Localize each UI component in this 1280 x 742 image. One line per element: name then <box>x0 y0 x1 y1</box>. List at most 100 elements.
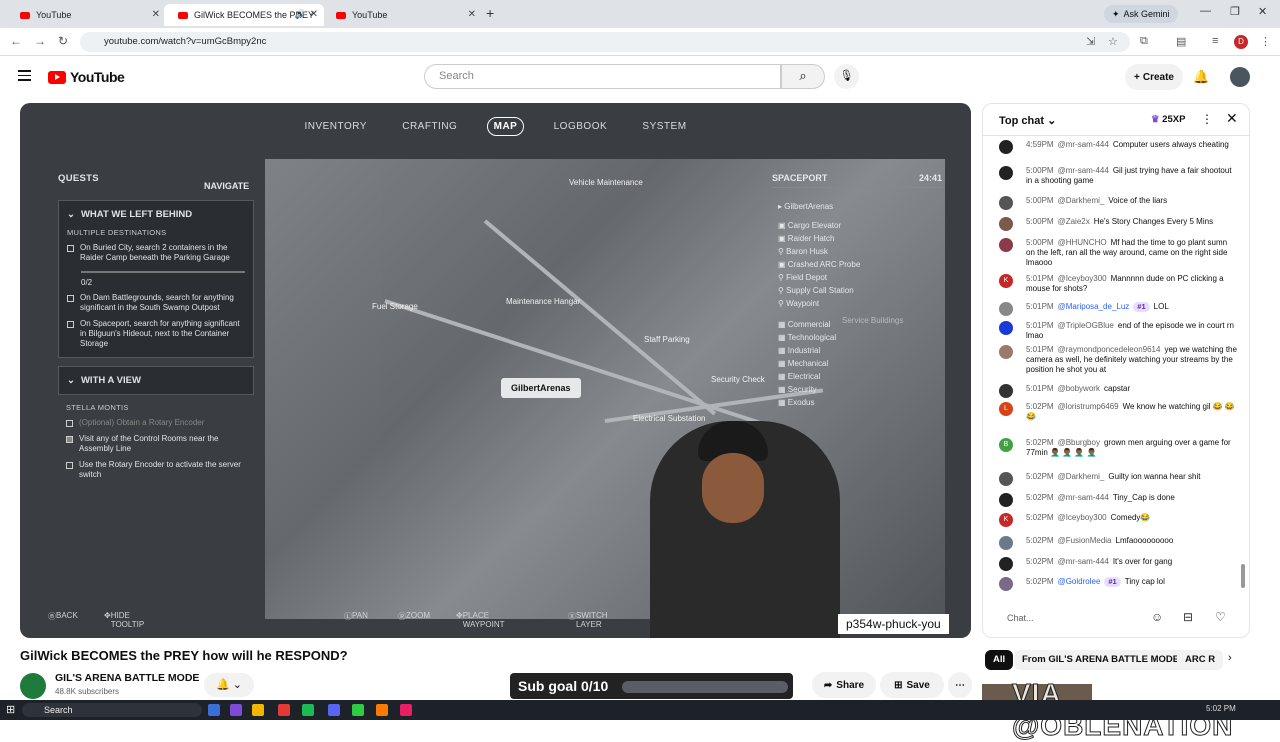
chat-message[interactable]: 5:00PM @mr-sam-444 Gil just trying have a … <box>997 166 1237 186</box>
notifications-bell-icon[interactable]: 🔔 <box>1193 69 1209 85</box>
chat-avatar[interactable] <box>999 493 1013 507</box>
chat-author[interactable]: @bobywork <box>1058 384 1100 393</box>
chat-author[interactable]: @HHUNCHO <box>1058 238 1107 247</box>
chat-author[interactable]: @mr-sam-444 <box>1058 166 1109 175</box>
browser-menu-icon[interactable]: ⋮ <box>1260 35 1271 48</box>
chat-author[interactable]: @TripleOGBlue <box>1058 321 1114 330</box>
close-window-icon[interactable]: ✕ <box>1258 5 1267 18</box>
extensions-icon[interactable]: ⧉ <box>1140 35 1148 48</box>
back-icon[interactable]: ← <box>10 34 22 48</box>
discord-icon[interactable] <box>328 704 340 716</box>
chat-message[interactable]: 5:01PM @bobywork capstar <box>997 384 1237 398</box>
chat-author[interactable]: @mr-sam-444 <box>1058 557 1109 566</box>
share-button[interactable]: ➦ Share <box>812 672 876 698</box>
chat-avatar[interactable] <box>999 557 1013 571</box>
task-view-icon[interactable] <box>208 704 220 716</box>
chat-author[interactable]: @loristrump6469 <box>1058 402 1119 411</box>
chat-message[interactable]: 5:00PM @Darkhemi_ Voice of the liars <box>997 196 1237 210</box>
video-player[interactable]: INVENTORY CRAFTING MAP LOGBOOK SYSTEM Ve… <box>20 103 971 638</box>
subscribe-bell-button[interactable]: 🔔 ⌄ <box>204 673 254 697</box>
profile-avatar[interactable]: D <box>1234 35 1248 49</box>
chat-message[interactable]: 5:01PM @Mariposa_de_Luz #1 LOL <box>997 302 1237 316</box>
media-icon[interactable]: ▤ <box>1176 35 1186 48</box>
chat-avatar[interactable]: B <box>999 438 1013 452</box>
chat-avatar[interactable] <box>999 217 1013 231</box>
forward-icon[interactable]: → <box>34 34 46 48</box>
taskbar-search[interactable]: Search <box>22 703 202 717</box>
chat-message[interactable]: 5:02PM @mr-sam-444 It's over for gang <box>997 557 1237 571</box>
chat-author[interactable]: @Bburgboy <box>1058 438 1100 447</box>
chat-scrollbar[interactable] <box>1241 144 1245 589</box>
chat-avatar[interactable] <box>999 238 1013 252</box>
chat-author[interactable]: @Darkhemi_ <box>1058 472 1105 481</box>
chat-message[interactable]: 5:00PM @Zaie2x He's Story Changes Every 5 … <box>997 217 1237 231</box>
chat-message[interactable]: B 5:02PM @Bburgboy grown men arguing over a… <box>997 438 1237 458</box>
super-chat-icon[interactable]: ⊟ <box>1183 610 1193 624</box>
chat-message[interactable]: 5:01PM @raymondponcedeleon9614 yep we watc… <box>997 345 1237 375</box>
chat-author[interactable]: @Iceyboy300 <box>1058 513 1107 522</box>
kick-icon[interactable] <box>352 704 364 716</box>
youtube-logo[interactable]: YouTube <box>48 69 125 85</box>
chat-message[interactable]: L 5:02PM @loristrump6469 We know he watchin… <box>997 402 1237 422</box>
close-chat-icon[interactable]: ✕ <box>1226 110 1238 127</box>
spotify-icon[interactable] <box>302 704 314 716</box>
chat-message[interactable]: 5:02PM @FusionMedia Lmfaooooooooo <box>997 536 1237 550</box>
chip-arc-raiders[interactable]: ARC R <box>1177 650 1224 670</box>
more-actions-button[interactable]: ⋯ <box>948 672 972 698</box>
chat-avatar[interactable] <box>999 345 1013 359</box>
chat-message[interactable]: 5:00PM @HHUNCHO Mf had the time to go plan… <box>997 238 1237 268</box>
chat-avatar[interactable] <box>999 140 1013 154</box>
minimize-icon[interactable]: — <box>1200 5 1211 17</box>
chat-author[interactable]: @Mariposa_de_Luz <box>1058 302 1130 311</box>
url-field[interactable]: youtube.com/watch?v=umGcBmpy2nc <box>80 32 1130 52</box>
create-button[interactable]: + Create <box>1125 64 1183 90</box>
chat-avatar[interactable] <box>999 166 1013 180</box>
top-chat-dropdown[interactable]: Top chat ⌄ <box>999 114 1056 127</box>
heart-icon[interactable]: ♡ <box>1215 610 1226 624</box>
chat-author[interactable]: @Darkhemi_ <box>1058 196 1105 205</box>
chat-message[interactable]: 5:01PM @TripleOGBlue end of the episode we… <box>997 321 1237 341</box>
chat-avatar[interactable] <box>999 321 1013 335</box>
speaker-icon[interactable]: 🔊 <box>295 9 306 20</box>
chip-from-channel[interactable]: From GIL'S ARENA BATTLE MODE <box>1014 650 1188 670</box>
install-icon[interactable]: ⇲ <box>1086 35 1095 48</box>
reading-list-icon[interactable]: ≡ <box>1212 35 1218 47</box>
chrome-icon[interactable] <box>278 704 290 716</box>
chat-message[interactable]: 5:02PM @mr-sam-444 Tiny_Cap is done <box>997 493 1237 507</box>
emoji-icon[interactable]: ☺ <box>1151 610 1163 624</box>
close-tab-icon[interactable]: ✕ <box>310 9 318 20</box>
chat-message[interactable]: 5:02PM @Goldrolee #1 Tiny cap lol <box>997 577 1237 591</box>
app-icon[interactable] <box>400 704 412 716</box>
chip-all[interactable]: All <box>985 650 1014 670</box>
windows-start-icon[interactable]: ⊞ <box>6 703 15 716</box>
chevron-right-icon[interactable]: › <box>1228 652 1232 664</box>
channel-name[interactable]: GIL'S ARENA BATTLE MODE <box>55 672 199 684</box>
obs-icon[interactable] <box>376 704 388 716</box>
chat-message[interactable]: 5:02PM @Darkhemi_ Guilty ion wanna hear sh… <box>997 472 1237 486</box>
chat-author[interactable]: @mr-sam-444 <box>1058 493 1109 502</box>
chat-message[interactable]: K 5:02PM @Iceyboy300 Comedy😂 <box>997 513 1237 527</box>
chat-message[interactable]: 4:59PM @mr-sam-444 Computer users always c… <box>997 140 1237 154</box>
chat-author[interactable]: @Iceyboy300 <box>1058 274 1107 283</box>
chat-avatar[interactable] <box>999 196 1013 210</box>
chat-author[interactable]: @mr-sam-444 <box>1058 140 1109 149</box>
bookmark-star-icon[interactable]: ☆ <box>1108 35 1118 48</box>
chat-avatar[interactable]: K <box>999 513 1013 527</box>
close-tab-icon[interactable]: ✕ <box>152 9 160 20</box>
chat-avatar[interactable]: L <box>999 402 1013 416</box>
chat-avatar[interactable] <box>999 472 1013 486</box>
browser-tab-1[interactable]: YouTube ✕ <box>6 4 166 26</box>
save-button[interactable]: ⊞ Save <box>880 672 944 698</box>
search-button[interactable]: ⌕ <box>781 64 825 89</box>
chat-avatar[interactable] <box>999 577 1013 591</box>
reload-icon[interactable]: ↻ <box>58 34 68 48</box>
chat-author[interactable]: @FusionMedia <box>1058 536 1112 545</box>
chat-author[interactable]: @Zaie2x <box>1058 217 1090 226</box>
chat-avatar[interactable] <box>999 302 1013 316</box>
close-tab-icon[interactable]: ✕ <box>468 9 476 20</box>
chat-author[interactable]: @raymondponcedeleon9614 <box>1058 345 1161 354</box>
browser-tab-2[interactable]: GilWick BECOMES the PREY 🔊 ✕ <box>164 4 324 26</box>
chat-message[interactable]: K 5:01PM @Iceyboy300 Mannnnn dude on PC cli… <box>997 274 1237 294</box>
app-icon[interactable] <box>230 704 242 716</box>
chat-avatar[interactable] <box>999 536 1013 550</box>
